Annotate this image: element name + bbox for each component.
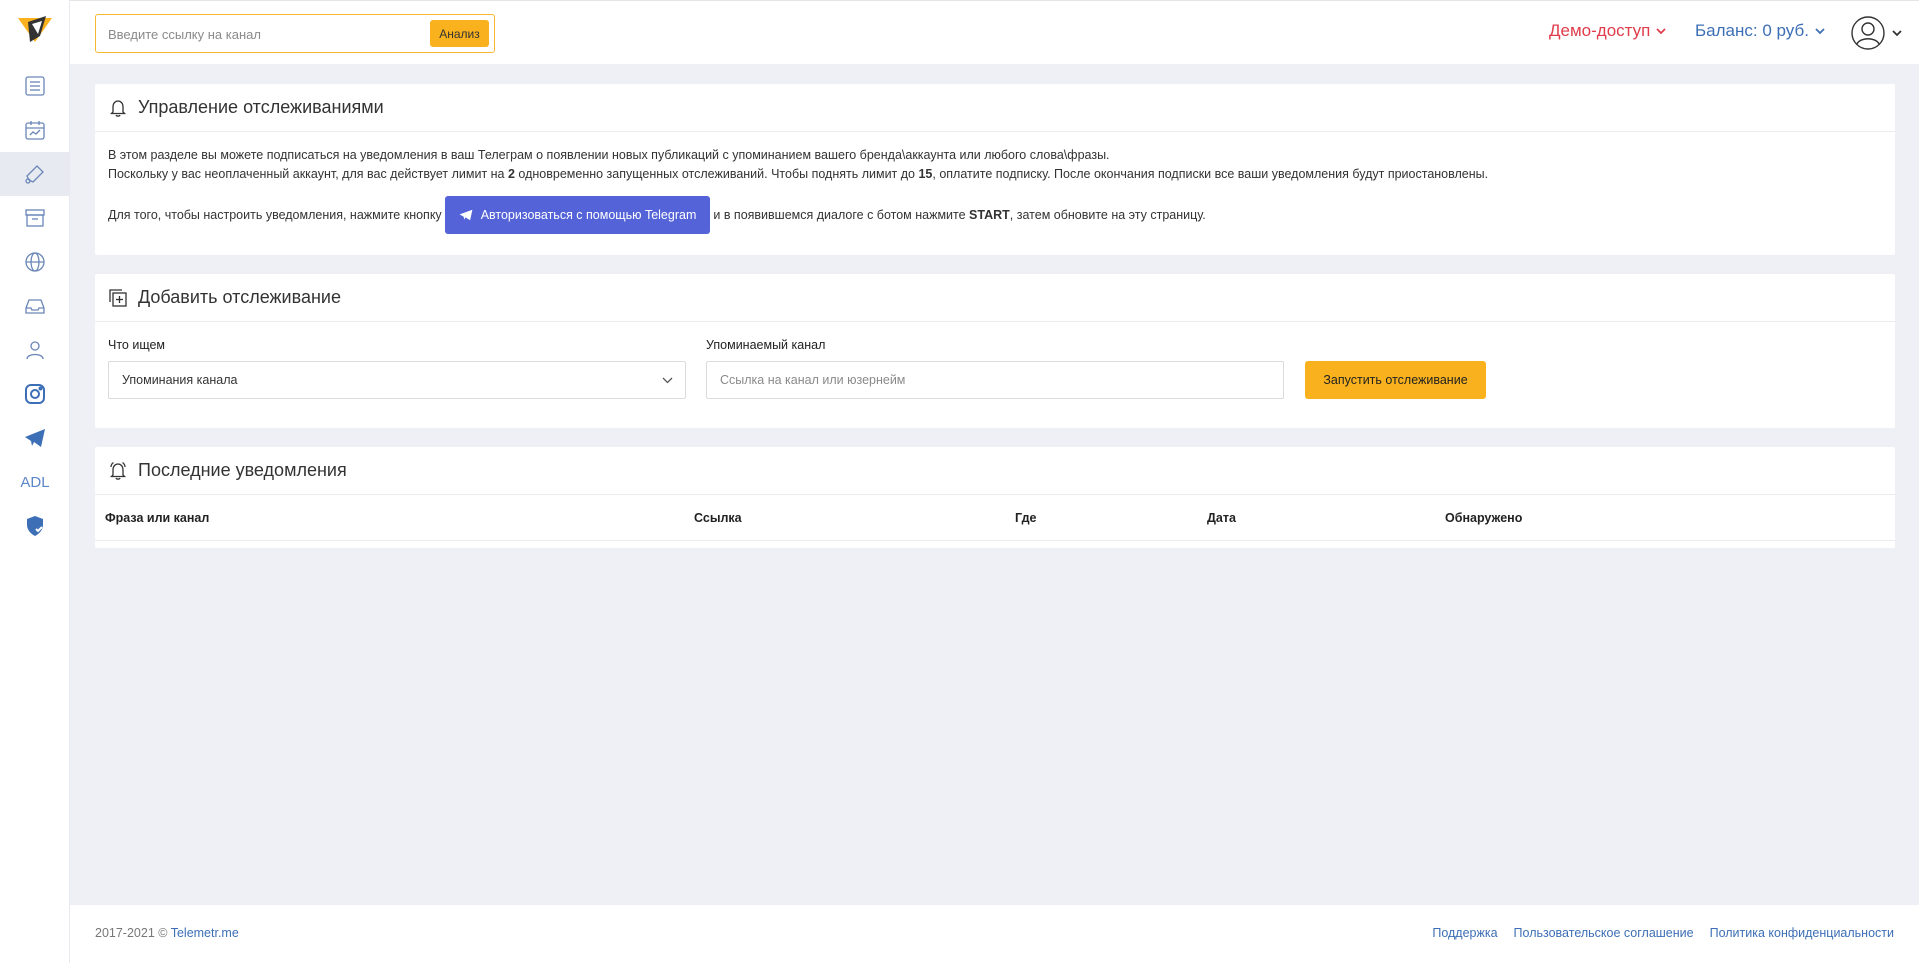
sidebar-item-globe[interactable] [0,240,70,284]
what-label: Что ищем [108,338,166,352]
chevron-down-icon [662,377,673,384]
sidebar-item-stats[interactable] [0,108,70,152]
brand-link[interactable]: Telemetr.me [171,926,239,940]
chevron-down-icon [1892,30,1902,37]
privacy-link[interactable]: Политика конфиденциальности [1710,926,1894,940]
telegram-icon [459,209,473,221]
start-tracking-button[interactable]: Запустить отслеживание [1305,361,1486,399]
footer-links: Поддержка Пользовательское соглашение По… [1432,926,1894,940]
search-type-select[interactable]: Упоминания канала [108,361,686,399]
calendar-stats-icon [25,121,45,140]
demo-access-label: Демо-доступ [1549,21,1651,40]
list-icon [25,76,45,96]
card-header: Управление отслеживаниями [95,84,1895,132]
info-text: В этом разделе вы можете подписаться на … [108,148,1110,162]
copyright: 2017-2021 © Telemetr.me [95,926,239,940]
sidebar: ADL [0,0,70,963]
max-limit: 15 [918,167,933,181]
balance-menu[interactable]: Баланс: 0 руб. [1695,21,1825,41]
telegram-icon [25,429,45,447]
bell-icon [25,165,44,184]
auth-instructions: Для того, чтобы настроить уведомления, н… [108,196,1882,234]
user-menu[interactable] [1850,15,1902,51]
sidebar-item-inbox[interactable] [0,284,70,328]
sidebar-item-instagram[interactable] [0,372,70,416]
card-title: Последние уведомления [138,460,347,480]
chevron-down-icon [1656,28,1666,35]
column-header[interactable]: Ссылка [694,511,742,525]
demo-access-menu[interactable]: Демо-доступ [1549,21,1666,41]
channel-search: Анализ [95,14,495,53]
archive-icon [25,209,45,227]
card-header: Добавить отслеживание [95,274,1895,322]
column-header[interactable]: Где [1015,511,1037,525]
channel-search-input[interactable] [108,23,428,45]
add-copy-icon [109,288,127,307]
start-command: START [969,207,1010,222]
column-header[interactable]: Дата [1207,511,1236,525]
column-header[interactable]: Фраза или канал [105,511,209,525]
footer: 2017-2021 © Telemetr.me Поддержка Пользо… [70,905,1919,963]
card-body: В этом разделе вы можете подписаться на … [95,132,1895,248]
channel-label: Упоминаемый канал [706,338,826,352]
search-type-value: Упоминания канала [122,373,238,387]
sidebar-item-telegram[interactable] [0,416,70,460]
add-tracking-card: Добавить отслеживание Что ищем Упоминани… [95,274,1895,428]
card-title: Добавить отслеживание [138,287,341,307]
sidebar-item-adl[interactable]: ADL [0,460,70,504]
bell-icon [109,99,127,117]
sidebar-item-users[interactable] [0,328,70,372]
channel-input[interactable] [706,361,1284,399]
tracking-management-card: Управление отслеживаниями В этом разделе… [95,84,1895,255]
inbox-icon [25,299,45,314]
support-link[interactable]: Поддержка [1432,926,1497,940]
instagram-icon [25,384,45,404]
avatar [1851,16,1885,50]
sidebar-item-adl-label: ADL [20,473,50,491]
notifications-card: Последние уведомления Фраза или канал Сс… [95,447,1895,548]
sidebar-item-archive[interactable] [0,196,70,240]
users-icon [26,341,44,360]
alarm-bell-icon [109,461,127,480]
top-bar: Анализ Демо-доступ Баланс: 0 руб. [70,0,1919,64]
telemetr-logo[interactable] [16,12,54,50]
card-header: Последние уведомления [95,447,1895,495]
card-title: Управление отслеживаниями [138,97,384,117]
column-header[interactable]: Обнаружено [1445,511,1522,525]
shield-check-icon [27,516,43,536]
current-limit: 2 [507,167,515,181]
notifications-table-header: Фраза или канал Ссылка Где Дата Обнаруже… [95,495,1895,541]
globe-icon [25,252,45,272]
telegram-auth-label: Авторизоваться с помощью Telegram [480,208,697,222]
analyze-button[interactable]: Анализ [430,20,489,47]
telegram-auth-button[interactable]: Авторизоваться с помощью Telegram [444,196,711,234]
chevron-down-icon [1815,28,1825,35]
sidebar-item-list[interactable] [0,64,70,108]
sidebar-item-security[interactable] [0,504,70,548]
sidebar-item-tracking[interactable] [0,152,70,196]
terms-link[interactable]: Пользовательское соглашение [1514,926,1694,940]
limit-text: Поскольку у вас неоплаченный аккаунт, дл… [108,167,1489,181]
balance-label: Баланс: 0 руб. [1695,21,1809,40]
add-tracking-form: Что ищем Упоминания канала Упоминаемый к… [95,322,1895,420]
